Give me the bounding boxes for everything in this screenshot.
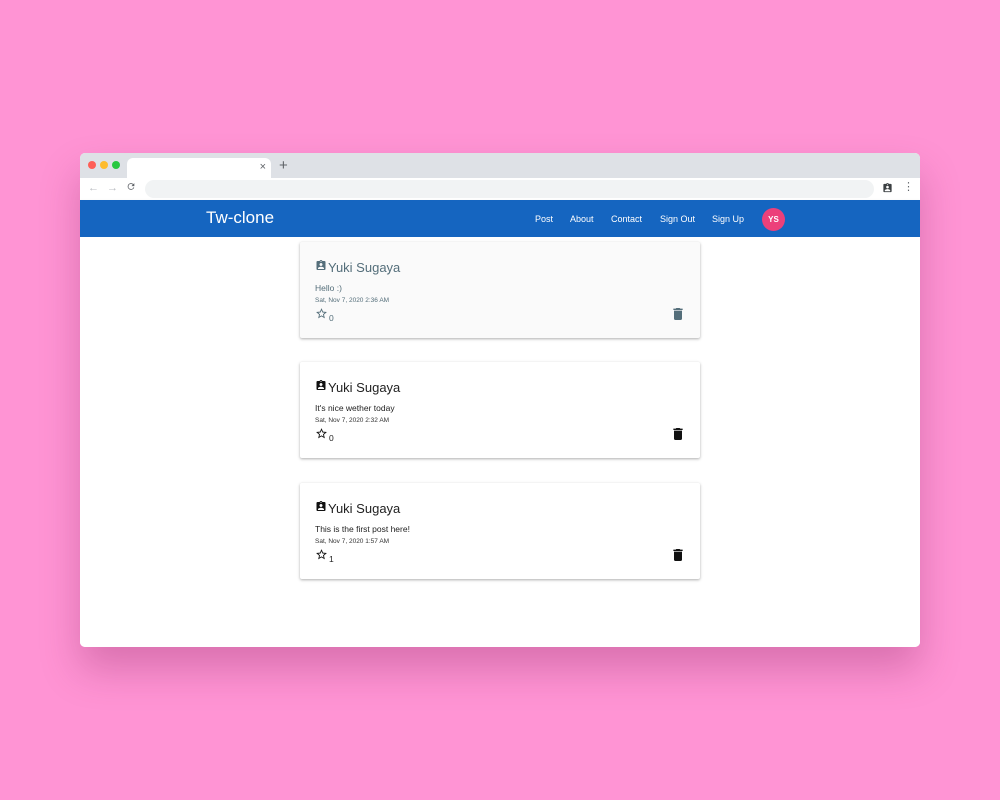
star-icon[interactable]: [315, 307, 328, 320]
tab-close-icon[interactable]: ×: [260, 160, 266, 174]
app-bar: Tw-clone Post About Contact Sign Out Sig…: [80, 200, 920, 237]
nav-contact-link[interactable]: Contact: [611, 213, 642, 225]
post-author: Yuki Sugaya: [328, 260, 401, 275]
forward-arrow-icon[interactable]: →: [107, 181, 118, 195]
nav-about-link[interactable]: About: [570, 213, 594, 225]
post-body: It's nice wether today: [315, 403, 395, 413]
user-badge-icon: [315, 379, 327, 392]
nav-sign-out-link[interactable]: Sign Out: [660, 213, 695, 225]
post-body: Hello :): [315, 283, 342, 293]
delete-icon[interactable]: [673, 428, 683, 440]
post-date: Sat, Nov 7, 2020 2:32 AM: [315, 417, 390, 424]
post-card: Yuki Sugaya This is the first post here!…: [300, 483, 700, 579]
brand-title[interactable]: Tw-clone: [206, 208, 274, 228]
star-icon[interactable]: [315, 548, 328, 561]
delete-icon[interactable]: [673, 549, 683, 561]
timeline: Yuki Sugaya Hello :) Sat, Nov 7, 2020 2:…: [80, 237, 920, 647]
delete-icon[interactable]: [673, 308, 683, 320]
back-arrow-icon[interactable]: ←: [88, 181, 99, 195]
like-count: 1: [329, 554, 334, 564]
star-icon[interactable]: [315, 427, 328, 440]
reload-icon[interactable]: [126, 181, 136, 192]
user-badge-icon: [315, 259, 327, 272]
maximize-window-button[interactable]: [112, 161, 120, 169]
new-tab-button[interactable]: +: [279, 158, 288, 174]
close-window-button[interactable]: [88, 161, 96, 169]
like-count: 0: [329, 433, 334, 443]
user-avatar[interactable]: YS: [762, 208, 785, 231]
post-date: Sat, Nov 7, 2020 1:57 AM: [315, 538, 390, 545]
minimize-window-button[interactable]: [100, 161, 108, 169]
tab-strip: × +: [80, 153, 920, 178]
post-body: This is the first post here!: [315, 524, 410, 534]
post-author: Yuki Sugaya: [328, 380, 401, 395]
nav-sign-up-link[interactable]: Sign Up: [712, 213, 744, 225]
browser-menu-icon[interactable]: ⋮: [903, 180, 914, 194]
browser-toolbar: ← → ⋮: [80, 178, 920, 200]
post-author: Yuki Sugaya: [328, 501, 401, 516]
post-card: Yuki Sugaya Hello :) Sat, Nov 7, 2020 2:…: [300, 242, 700, 338]
nav-post-link[interactable]: Post: [535, 213, 553, 225]
post-date: Sat, Nov 7, 2020 2:36 AM: [315, 297, 390, 304]
address-bar[interactable]: [145, 180, 874, 198]
like-count: 0: [329, 313, 334, 323]
post-card: Yuki Sugaya It's nice wether today Sat, …: [300, 362, 700, 458]
contact-badge-icon[interactable]: [882, 182, 893, 194]
user-badge-icon: [315, 500, 327, 513]
browser-tab[interactable]: ×: [127, 158, 271, 178]
browser-window: × + ← → ⋮ Tw-clone Post About Contact Si…: [80, 153, 920, 647]
